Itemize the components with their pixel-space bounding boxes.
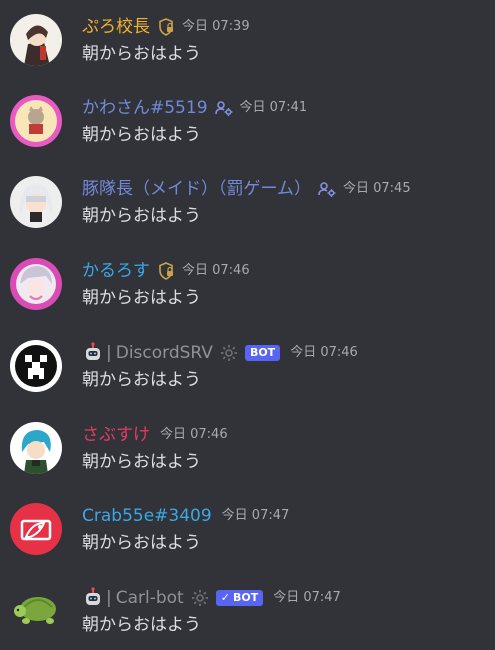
message-item: | DiscordSRV BOT 今日 07:46 朝からおはよう [0,340,495,420]
gear-icon[interactable] [190,588,210,608]
chat-message-list: ぷろ校長 今日 07:39 朝からおはよう かわさん#5519 今日 07:41… [0,0,495,650]
checkmark-icon: ✓ [220,591,230,604]
author-name[interactable]: かわさん#5519 [82,95,208,121]
message-item: かわさん#5519 今日 07:41 朝からおはよう [0,95,495,175]
message-item: さぶすけ 今日 07:46 朝からおはよう [0,422,495,502]
author-name[interactable]: DiscordSRV [116,340,213,366]
message-content: 朝からおはよう [82,615,201,635]
timestamp: 今日 07:46 [160,427,228,442]
users-gear-icon[interactable] [317,179,337,199]
robot-icon [82,342,104,364]
author-name[interactable]: Crab55e#3409 [82,503,212,529]
timestamp: 今日 07:39 [182,19,250,34]
message-item: | Carl-bot ✓ BOT 今日 07:47 朝からおはよう [0,585,495,650]
message-content: 朝からおはよう [82,533,201,553]
bot-badge: BOT [244,345,281,361]
avatar[interactable] [10,95,62,147]
message-content: 朝からおはよう [82,125,201,145]
timestamp: 今日 07:46 [290,345,358,360]
author-name[interactable]: Carl-bot [116,585,184,611]
avatar[interactable] [10,503,62,555]
message-item: かるろす 今日 07:46 朝からおはよう [0,258,495,338]
message-content: 朝からおはよう [82,452,201,472]
shield-icon[interactable] [156,261,176,281]
message-content: 朝からおはよう [82,44,201,64]
author-name[interactable]: 豚隊長（メイド）（罰ゲーム） [82,176,311,202]
name-separator: | [106,588,112,608]
users-gear-icon[interactable] [214,98,234,118]
message-item: Crab55e#3409 今日 07:47 朝からおはよう [0,503,495,583]
shield-icon[interactable] [156,17,176,37]
author-name[interactable]: さぶすけ [82,422,150,448]
timestamp: 今日 07:47 [273,590,341,605]
avatar[interactable] [10,14,62,66]
avatar[interactable] [10,258,62,310]
avatar[interactable] [10,340,62,392]
author-name[interactable]: かるろす [82,258,150,284]
author-name[interactable]: ぷろ校長 [82,14,150,40]
message-content: 朝からおはよう [82,206,201,226]
message-content: 朝からおはよう [82,370,201,390]
message-content: 朝からおはよう [82,288,201,308]
message-item: 豚隊長（メイド）（罰ゲーム） 今日 07:45 朝からおはよう [0,176,495,256]
verified-bot-badge: ✓ BOT [215,590,264,606]
message-item: ぷろ校長 今日 07:39 朝からおはよう [0,14,495,94]
gear-icon[interactable] [219,343,239,363]
robot-icon [82,587,104,609]
avatar[interactable] [10,585,62,637]
avatar[interactable] [10,176,62,228]
timestamp: 今日 07:46 [182,263,250,278]
timestamp: 今日 07:47 [221,508,290,523]
avatar[interactable] [10,422,62,474]
timestamp: 今日 07:41 [239,100,308,115]
name-separator: | [106,343,112,363]
timestamp: 今日 07:45 [343,181,411,196]
